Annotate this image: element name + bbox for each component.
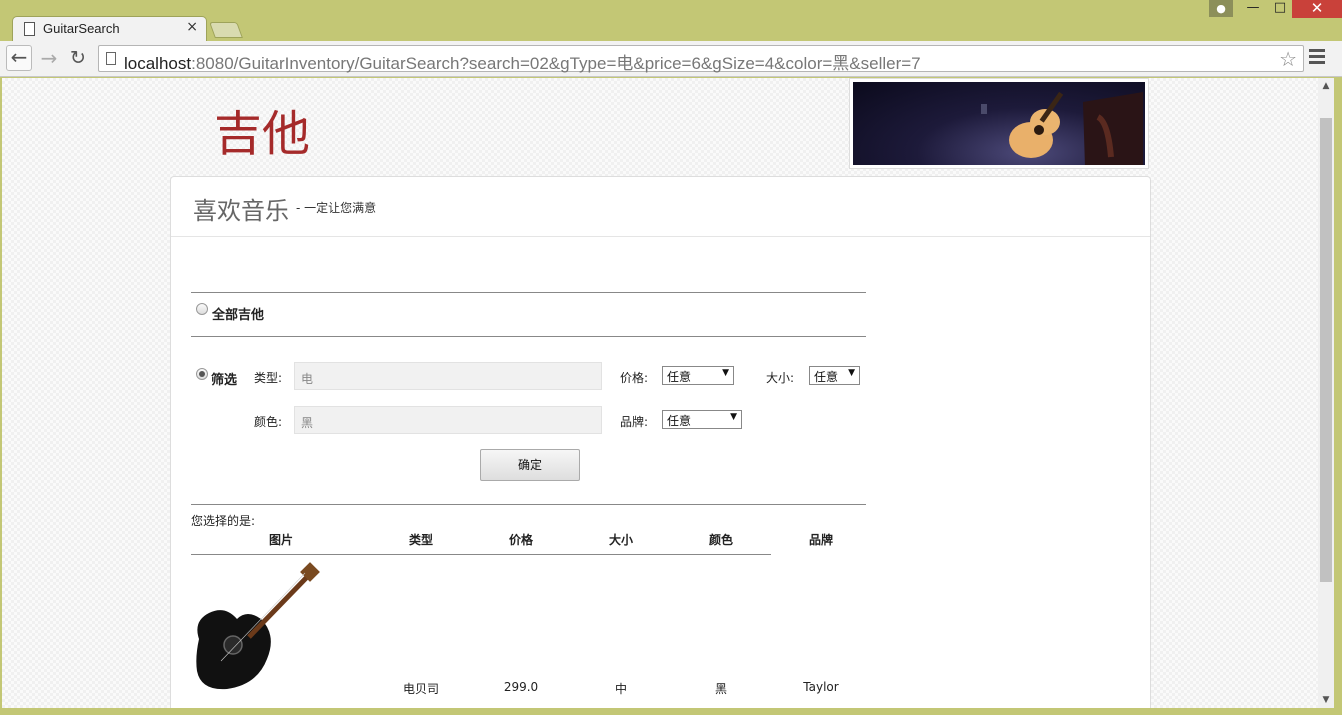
size-select[interactable]: 任意 ▼ [809,366,860,385]
maximize-button[interactable]: □ [1266,0,1294,18]
forward-arrow-icon[interactable]: → [36,45,62,71]
cell-color: 黑 [714,682,727,696]
price-select-value: 任意 [667,370,692,384]
chevron-down-icon: ▼ [848,368,855,378]
divider [191,504,866,505]
cell-size: 中 [614,682,627,696]
brand-select-value: 任意 [667,414,692,428]
brand-select[interactable]: 任意 ▼ [662,410,742,429]
bookmark-star-icon[interactable]: ☆ [1279,47,1297,71]
url-text[interactable]: localhost:8080/GuitarInventory/GuitarSea… [124,49,921,74]
close-tab-icon[interactable]: × [186,19,198,35]
price-label: 价格: [620,371,649,385]
vertical-scrollbar[interactable]: ▲ ▼ [1318,78,1334,708]
user-icon[interactable]: ● [1209,0,1233,17]
column-header-image: 图片 [268,533,293,547]
size-select-value: 任意 [814,370,839,384]
cell-brand: Taylor [803,680,839,694]
color-input[interactable]: 黑 [294,406,602,434]
cell-price: 299.0 [503,680,539,694]
window-frame [0,708,1342,715]
url-host: localhost [124,54,192,73]
url-path: :8080/GuitarInventory/GuitarSearch?searc… [191,54,921,73]
type-label: 类型: [254,371,283,385]
back-arrow-icon[interactable]: ← [6,45,32,71]
brand-label: 品牌: [620,415,649,429]
title-bar: GuitarSearch × ● — □ ✕ [0,0,1342,42]
menu-icon[interactable] [1309,49,1325,67]
tab-title: GuitarSearch [43,21,120,36]
page-icon [106,52,116,65]
panel-subtitle: - 一定让您满意 [296,201,377,215]
divider [191,292,866,293]
size-label: 大小: [766,371,795,385]
new-tab-button[interactable] [209,22,243,38]
page-viewport: 吉他 喜欢音乐 - 一定让您满意 全部吉他 筛选 类型: 电 价格: 任意 ▼ … [2,78,1318,708]
column-header-color: 颜色 [708,533,733,547]
submit-button[interactable]: 确定 [480,449,580,481]
color-label: 颜色: [254,415,283,429]
scrollbar-thumb[interactable] [1320,118,1332,582]
filter-label: 筛选 [211,373,238,388]
panel-title: 喜欢音乐 [193,197,289,225]
type-input[interactable]: 电 [294,362,602,390]
close-window-button[interactable]: ✕ [1292,0,1342,18]
filter-radio[interactable] [196,368,208,380]
guitar-banner-icon [981,91,1143,165]
all-guitars-radio[interactable] [196,303,208,315]
column-header-size: 大小 [608,533,633,547]
column-header-brand: 品牌 [808,533,833,547]
browser-tab[interactable]: GuitarSearch × [12,16,207,42]
address-bar[interactable]: localhost:8080/GuitarInventory/GuitarSea… [98,45,1304,74]
banner-guitar-photo [853,82,1145,165]
reload-icon[interactable]: ↻ [65,45,91,71]
banner-image [849,78,1149,169]
all-guitars-label: 全部吉他 [212,308,265,323]
minimize-button[interactable]: — [1239,0,1267,18]
cell-type: 电贝司 [402,682,439,696]
browser-toolbar: ← → ↻ localhost:8080/GuitarInventory/Gui… [0,41,1342,77]
guitar-product-image [191,561,321,693]
chevron-down-icon: ▼ [722,368,729,378]
divider [191,336,866,337]
page-icon [24,22,35,36]
scroll-up-icon[interactable]: ▲ [1318,78,1334,94]
logo-text: 吉他 [214,106,311,162]
guitar-icon [196,562,320,690]
chevron-down-icon: ▼ [730,412,737,422]
result-label: 您选择的是: [191,514,256,528]
price-select[interactable]: 任意 ▼ [662,366,734,385]
scroll-down-icon[interactable]: ▼ [1318,692,1334,708]
panel-header: 喜欢音乐 - 一定让您满意 [171,177,1150,237]
column-header-price: 价格 [508,533,533,547]
search-panel: 喜欢音乐 - 一定让您满意 全部吉他 筛选 类型: 电 价格: 任意 ▼ 大小:… [170,176,1151,708]
column-header-type: 类型 [408,533,433,547]
header-divider [191,554,771,555]
